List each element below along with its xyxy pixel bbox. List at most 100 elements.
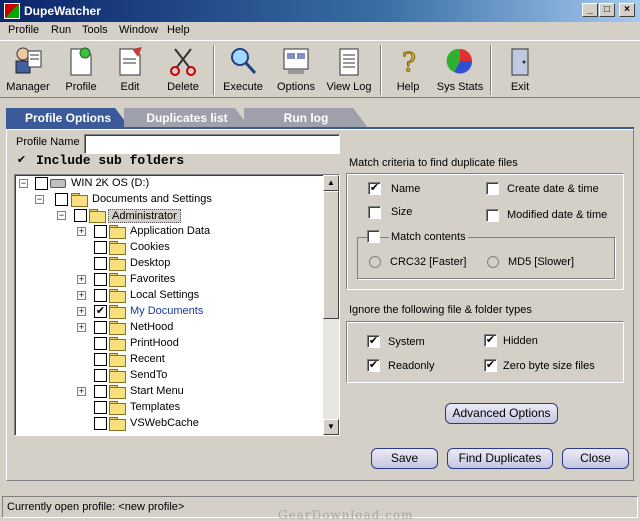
- tree-checkbox[interactable]: ✔: [94, 305, 107, 318]
- exit-label: Exit: [510, 81, 530, 93]
- expand-icon[interactable]: +: [77, 323, 86, 332]
- profile-button[interactable]: Profile: [53, 45, 109, 97]
- execute-label: Execute: [223, 81, 263, 93]
- menu-run[interactable]: Run: [51, 24, 71, 36]
- tree-node-administrator[interactable]: − Administrator: [15, 208, 325, 224]
- tree-label: Desktop: [130, 257, 171, 269]
- include-sub-folders-checkbox[interactable]: ✔: [15, 155, 28, 168]
- exit-button[interactable]: Exit: [492, 45, 548, 97]
- folder-icon: [109, 257, 126, 271]
- tree-node-documents-and-settings[interactable]: − Documents and Settings: [15, 192, 325, 208]
- menu-window[interactable]: Window: [119, 24, 158, 36]
- tree-node[interactable]: + Start Menu: [15, 384, 325, 400]
- tree-checkbox[interactable]: [55, 193, 68, 206]
- tree-checkbox[interactable]: [94, 337, 107, 350]
- tree-node[interactable]: + Local Settings: [15, 288, 325, 304]
- expand-icon[interactable]: +: [77, 387, 86, 396]
- menu-profile[interactable]: Profile: [8, 24, 39, 36]
- save-button[interactable]: Save: [371, 448, 438, 469]
- tree-checkbox[interactable]: [94, 273, 107, 286]
- profile-name-input[interactable]: [84, 134, 340, 154]
- tree-node-root[interactable]: − WIN 2K OS (D:): [15, 176, 325, 192]
- tab-run-log[interactable]: Run log: [244, 108, 368, 128]
- tree-checkbox[interactable]: [94, 289, 107, 302]
- create-date-checkbox[interactable]: [486, 182, 499, 195]
- tree-checkbox[interactable]: [94, 225, 107, 238]
- readonly-checkbox[interactable]: ✔: [367, 359, 380, 372]
- checkmark-icon: ✔: [369, 182, 380, 194]
- collapse-icon[interactable]: −: [57, 211, 66, 220]
- modified-date-label: Modified date & time: [507, 209, 608, 221]
- tree-checkbox[interactable]: [35, 177, 48, 190]
- folder-tree[interactable]: − WIN 2K OS (D:) − Documents and Setting…: [14, 174, 340, 436]
- tree-checkbox[interactable]: [94, 353, 107, 366]
- tree-node[interactable]: Recent: [15, 352, 325, 368]
- close-button[interactable]: Close: [562, 448, 629, 469]
- size-checkbox[interactable]: [368, 206, 381, 219]
- expand-icon[interactable]: +: [77, 307, 86, 316]
- tree-node[interactable]: + ✔ My Documents: [15, 304, 325, 320]
- maximize-button[interactable]: □: [599, 3, 615, 17]
- folder-icon: [109, 289, 126, 303]
- sys-stats-button[interactable]: Sys Stats: [432, 45, 488, 97]
- menu-help[interactable]: Help: [167, 24, 190, 36]
- tree-checkbox[interactable]: [74, 209, 87, 222]
- tree-label: NetHood: [130, 321, 174, 333]
- scroll-up-icon[interactable]: ▲: [323, 175, 339, 191]
- zero-byte-checkbox[interactable]: ✔: [484, 359, 497, 372]
- collapse-icon[interactable]: −: [35, 195, 44, 204]
- profile-name-label: Profile Name: [16, 136, 80, 148]
- options-button[interactable]: Options: [268, 45, 324, 97]
- manager-button[interactable]: Manager: [0, 45, 56, 97]
- tree-node[interactable]: + Application Data: [15, 224, 325, 240]
- tree-checkbox[interactable]: [94, 417, 107, 430]
- tree-checkbox[interactable]: [94, 241, 107, 254]
- name-checkbox[interactable]: ✔: [368, 182, 381, 195]
- minimize-button[interactable]: _: [582, 3, 598, 17]
- tree-node[interactable]: PrintHood: [15, 336, 325, 352]
- collapse-icon[interactable]: −: [19, 179, 28, 188]
- modified-date-checkbox[interactable]: [486, 209, 499, 222]
- tree-checkbox[interactable]: [94, 385, 107, 398]
- scroll-down-icon[interactable]: ▼: [323, 419, 339, 435]
- tree-label: WIN 2K OS (D:): [71, 177, 150, 189]
- scroll-thumb[interactable]: [323, 191, 339, 319]
- tree-node[interactable]: Desktop: [15, 256, 325, 272]
- app-icon: [4, 3, 20, 19]
- execute-button[interactable]: Execute: [215, 45, 271, 97]
- md5-radio[interactable]: [487, 256, 499, 268]
- system-checkbox[interactable]: ✔: [367, 335, 380, 348]
- tree-node[interactable]: Templates: [15, 400, 325, 416]
- delete-button[interactable]: Delete: [155, 45, 211, 97]
- advanced-options-button[interactable]: Advanced Options: [445, 403, 558, 424]
- tab-profile-options[interactable]: Profile Options: [6, 108, 130, 128]
- edit-button[interactable]: Edit: [102, 45, 158, 97]
- tree-label: PrintHood: [130, 337, 179, 349]
- expand-icon[interactable]: +: [77, 227, 86, 236]
- match-contents-checkbox[interactable]: [367, 230, 380, 243]
- crc32-radio[interactable]: [369, 256, 381, 268]
- scissors-icon: [167, 45, 199, 77]
- tree-checkbox[interactable]: [94, 401, 107, 414]
- find-duplicates-button[interactable]: Find Duplicates: [447, 448, 553, 469]
- help-icon: ?: [392, 45, 424, 79]
- tree-node[interactable]: Cookies: [15, 240, 325, 256]
- tab-duplicates-list[interactable]: Duplicates list: [124, 108, 250, 128]
- tree-node[interactable]: + NetHood: [15, 320, 325, 336]
- view-log-button[interactable]: View Log: [321, 45, 377, 97]
- tree-checkbox[interactable]: [94, 321, 107, 334]
- hidden-checkbox[interactable]: ✔: [484, 334, 497, 347]
- menu-tools[interactable]: Tools: [82, 24, 108, 36]
- tree-checkbox[interactable]: [94, 369, 107, 382]
- tree-scrollbar[interactable]: ▲ ▼: [323, 175, 339, 435]
- tree-node[interactable]: SendTo: [15, 368, 325, 384]
- tree-label: Administrator: [108, 209, 181, 223]
- stats-icon: [444, 45, 476, 77]
- tree-node[interactable]: + Favorites: [15, 272, 325, 288]
- close-window-button[interactable]: ×: [619, 3, 635, 17]
- tree-node[interactable]: VSWebCache: [15, 416, 325, 432]
- expand-icon[interactable]: +: [77, 275, 86, 284]
- tree-checkbox[interactable]: [94, 257, 107, 270]
- help-button[interactable]: ? Help: [380, 45, 436, 97]
- expand-icon[interactable]: +: [77, 291, 86, 300]
